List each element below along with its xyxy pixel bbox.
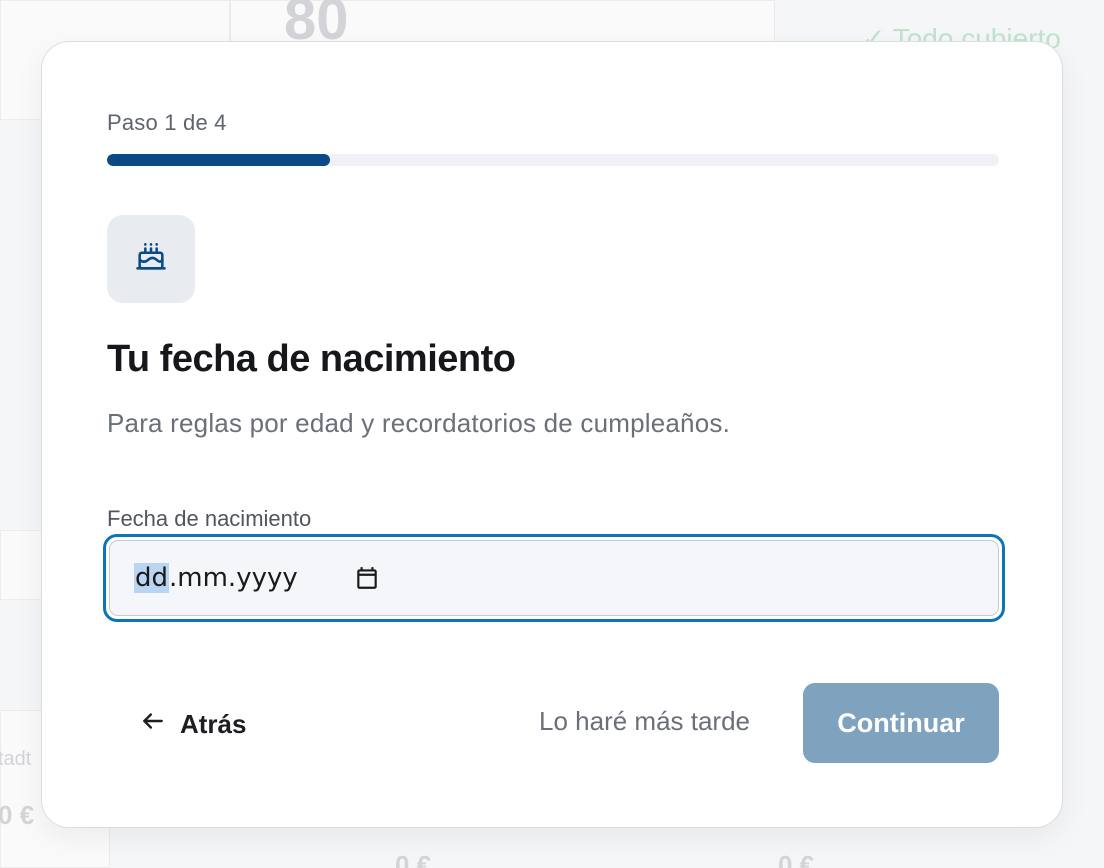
onboarding-dialog: Paso 1 de 4 Tu fecha de nacimiento Para … (41, 41, 1063, 828)
skip-later-link[interactable]: Lo haré más tarde (539, 706, 750, 737)
birthdate-input[interactable]: dd .mm.yyyy (109, 540, 999, 616)
calendar-icon[interactable] (354, 565, 380, 591)
date-segment-day[interactable]: dd (134, 563, 170, 593)
bg-label: tadt (0, 748, 32, 770)
dialog-subtitle: Para reglas por edad y recordatorios de … (107, 408, 730, 438)
bg-amount: 0 € (0, 800, 35, 830)
back-button[interactable]: Atrás (140, 704, 246, 744)
bg-amount: 0 € (395, 850, 432, 868)
progress-fill (107, 154, 330, 166)
arrow-left-icon (140, 708, 166, 741)
birthdate-label: Fecha de nacimiento (107, 506, 312, 531)
dialog-title: Tu fecha de nacimiento (107, 338, 516, 380)
step-label: Paso 1 de 4 (107, 110, 227, 135)
date-segment-rest[interactable]: .mm.yyyy (169, 563, 298, 593)
icon-tile (107, 215, 195, 303)
continue-button[interactable]: Continuar (803, 683, 999, 763)
bg-amount: 0 € (778, 850, 815, 868)
progress-bar (107, 154, 999, 166)
birthdate-focus-ring: dd .mm.yyyy (103, 534, 1005, 622)
cake-icon (134, 240, 168, 279)
back-button-label: Atrás (180, 708, 247, 739)
